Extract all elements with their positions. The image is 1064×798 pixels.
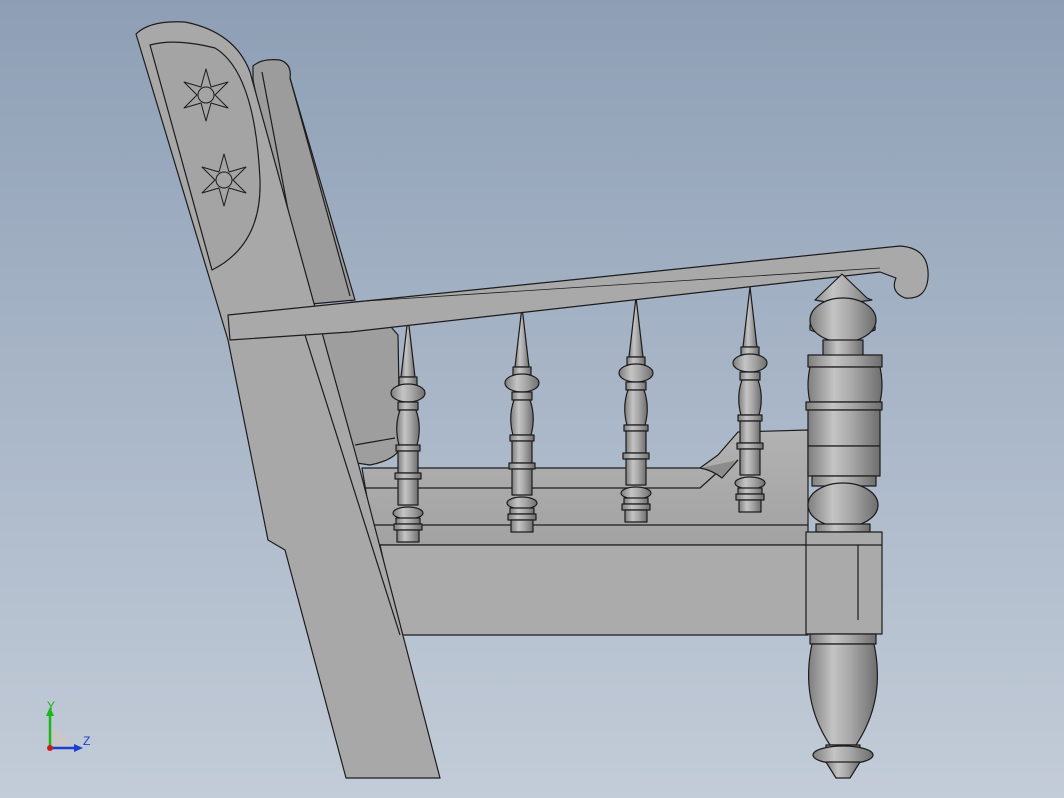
coordinate-triad: Y Z: [38, 700, 98, 760]
chair-model[interactable]: [0, 0, 1064, 798]
front-leg: [805, 273, 883, 779]
z-axis-label: Z: [83, 734, 91, 748]
graphics-viewport[interactable]: Y Z: [0, 0, 1064, 798]
y-axis-label: Y: [47, 699, 56, 713]
x-axis-origin-icon: [47, 745, 53, 751]
z-axis-arrowhead-icon: [74, 744, 83, 752]
side-rail: [379, 544, 809, 636]
